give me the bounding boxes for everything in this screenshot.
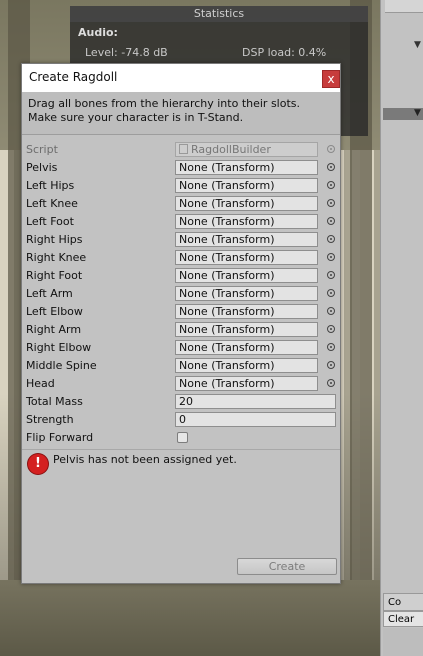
audio-level: Level: -74.8 dB xyxy=(85,46,168,59)
total-mass-row: Total Mass 20 xyxy=(22,393,340,411)
bone-transform-field[interactable]: None (Transform) xyxy=(175,178,318,193)
bone-transform-field[interactable]: None (Transform) xyxy=(175,160,318,175)
bone-row: Head None (Transform) xyxy=(22,375,340,393)
object-picker-icon xyxy=(327,145,335,153)
bone-label: Right Arm xyxy=(26,323,82,336)
bone-transform-field[interactable]: None (Transform) xyxy=(175,268,318,283)
create-ragdoll-dialog: Create Ragdoll x Drag all bones from the… xyxy=(21,63,341,584)
error-message-box: ! Pelvis has not been assigned yet. xyxy=(22,449,340,478)
total-mass-input[interactable]: 20 xyxy=(175,394,336,409)
bone-row: Middle Spine None (Transform) xyxy=(22,357,340,375)
dialog-titlebar[interactable]: Create Ragdoll x xyxy=(22,64,340,92)
flip-forward-label: Flip Forward xyxy=(26,431,94,444)
strength-input[interactable]: 0 xyxy=(175,412,336,427)
bone-label: Right Elbow xyxy=(26,341,92,354)
bone-row: Left Knee None (Transform) xyxy=(22,195,340,213)
bone-transform-field[interactable]: None (Transform) xyxy=(175,358,318,373)
bone-transform-field[interactable]: None (Transform) xyxy=(175,304,318,319)
help-line: Drag all bones from the hierarchy into t… xyxy=(28,97,301,110)
object-picker-icon[interactable] xyxy=(327,361,335,369)
bone-row: Pelvis None (Transform) xyxy=(22,159,340,177)
bone-transform-field[interactable]: None (Transform) xyxy=(175,340,318,355)
bone-transform-field[interactable]: None (Transform) xyxy=(175,214,318,229)
inspector-header xyxy=(385,0,423,13)
object-picker-icon[interactable] xyxy=(327,217,335,225)
field-list: Script RagdollBuilder Pelvis None (Transf… xyxy=(22,141,340,447)
clear-button[interactable]: Clear xyxy=(383,611,423,627)
object-picker-icon[interactable] xyxy=(327,199,335,207)
statistics-title: Statistics xyxy=(70,6,368,22)
bone-label: Right Hips xyxy=(26,233,83,246)
bone-row: Left Foot None (Transform) xyxy=(22,213,340,231)
bone-label: Left Arm xyxy=(26,287,73,300)
bone-label: Left Knee xyxy=(26,197,78,210)
script-row: Script RagdollBuilder xyxy=(22,141,340,159)
bone-transform-field[interactable]: None (Transform) xyxy=(175,232,318,247)
close-button[interactable]: x xyxy=(322,70,340,88)
bone-row: Right Foot None (Transform) xyxy=(22,267,340,285)
create-button[interactable]: Create xyxy=(237,558,337,575)
collapse-triangle-icon[interactable]: ▼ xyxy=(414,108,421,118)
object-picker-icon[interactable] xyxy=(327,289,335,297)
object-picker-icon[interactable] xyxy=(327,235,335,243)
total-mass-label: Total Mass xyxy=(26,395,83,408)
bone-row: Right Knee None (Transform) xyxy=(22,249,340,267)
script-label: Script xyxy=(26,143,58,156)
object-picker-icon[interactable] xyxy=(327,253,335,261)
console-area xyxy=(383,628,423,656)
bone-row: Left Arm None (Transform) xyxy=(22,285,340,303)
bone-transform-field[interactable]: None (Transform) xyxy=(175,376,318,391)
bone-label: Right Knee xyxy=(26,251,87,264)
bone-row: Right Arm None (Transform) xyxy=(22,321,340,339)
error-message: Pelvis has not been assigned yet. xyxy=(53,453,237,466)
bone-transform-field[interactable]: None (Transform) xyxy=(175,286,318,301)
strength-row: Strength 0 xyxy=(22,411,340,429)
object-picker-icon[interactable] xyxy=(327,379,335,387)
expand-triangle-icon[interactable]: ▼ xyxy=(414,40,421,50)
bone-row: Right Hips None (Transform) xyxy=(22,231,340,249)
bone-transform-field[interactable]: None (Transform) xyxy=(175,322,318,337)
strength-label: Strength xyxy=(26,413,74,426)
script-value: RagdollBuilder xyxy=(191,143,271,156)
help-box: Drag all bones from the hierarchy into t… xyxy=(22,92,340,135)
audio-label: Audio: xyxy=(78,26,118,39)
bone-label: Left Elbow xyxy=(26,305,83,318)
object-picker-icon[interactable] xyxy=(327,307,335,315)
bone-label: Middle Spine xyxy=(26,359,97,372)
script-field: RagdollBuilder xyxy=(175,142,318,157)
dsp-load: DSP load: 0.4% xyxy=(242,46,327,59)
bone-label: Left Foot xyxy=(26,215,74,228)
dialog-title: Create Ragdoll xyxy=(29,70,118,84)
script-file-icon xyxy=(179,144,188,154)
flip-forward-row: Flip Forward xyxy=(22,429,340,447)
inspector-strip: ▼ ▼ Co Clear xyxy=(380,0,423,656)
error-icon: ! xyxy=(28,454,48,474)
bone-row: Left Hips None (Transform) xyxy=(22,177,340,195)
scene-floor xyxy=(0,580,380,656)
object-picker-icon[interactable] xyxy=(327,181,335,189)
flip-forward-checkbox[interactable] xyxy=(177,432,188,443)
bone-label: Head xyxy=(26,377,55,390)
bone-row: Right Elbow None (Transform) xyxy=(22,339,340,357)
object-picker-icon[interactable] xyxy=(327,163,335,171)
bone-label: Right Foot xyxy=(26,269,83,282)
help-line: Make sure your character is in T-Stand. xyxy=(28,111,244,124)
bone-transform-field[interactable]: None (Transform) xyxy=(175,250,318,265)
object-picker-icon[interactable] xyxy=(327,325,335,333)
bone-transform-field[interactable]: None (Transform) xyxy=(175,196,318,211)
object-picker-icon[interactable] xyxy=(327,343,335,351)
object-picker-icon[interactable] xyxy=(327,271,335,279)
bone-label: Pelvis xyxy=(26,161,58,174)
console-tab[interactable]: Co xyxy=(383,593,423,611)
bone-row: Left Elbow None (Transform) xyxy=(22,303,340,321)
bone-label: Left Hips xyxy=(26,179,75,192)
